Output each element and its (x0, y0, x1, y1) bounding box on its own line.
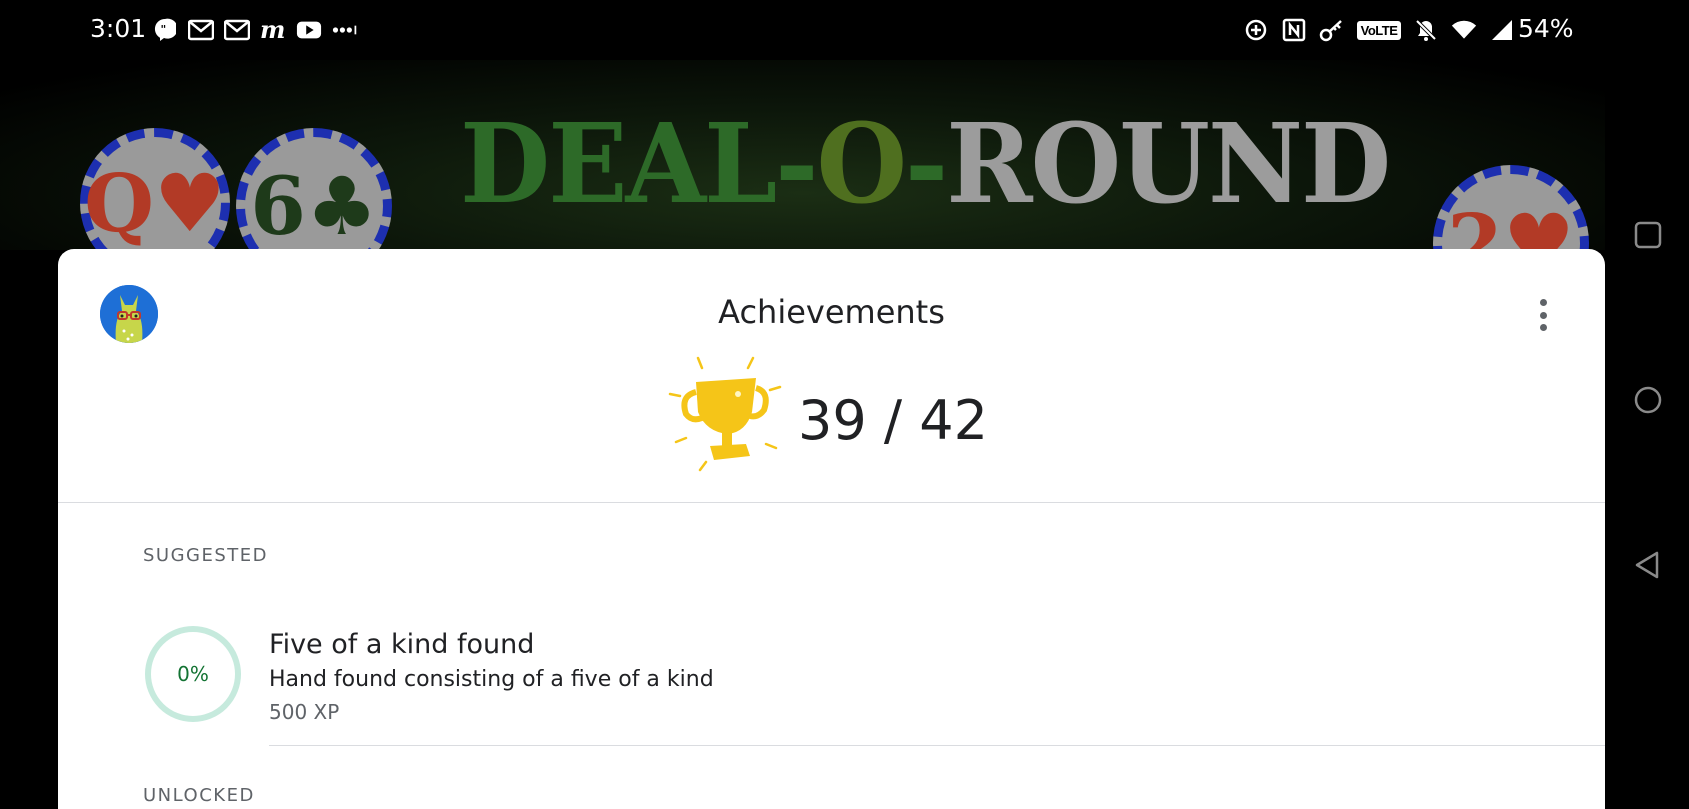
more-vert-icon (1539, 299, 1547, 306)
data-saver-icon (1243, 17, 1269, 43)
system-icons: VoLTE (1243, 14, 1515, 46)
section-suggested: SUGGESTED (143, 545, 269, 566)
bell-off-icon (1413, 17, 1439, 43)
youtube-icon (296, 17, 322, 43)
achievement-count: 39 / 42 (798, 389, 988, 452)
home-button[interactable] (1633, 385, 1663, 415)
svg-text:": " (161, 23, 167, 36)
row-divider (269, 745, 1605, 746)
achievements-sheet: Achievements 39 / 42 SUGGESTED 0% Five o… (58, 249, 1605, 809)
game-title-part: O (816, 98, 907, 229)
navigation-bar (1605, 0, 1689, 800)
achievement-description: Hand found consisting of a five of a kin… (269, 667, 714, 692)
status-time: 3:01 (90, 14, 147, 43)
wifi-icon (1451, 17, 1477, 43)
game-title-part: ROUND (946, 98, 1391, 229)
more-dots-icon (332, 17, 358, 43)
chip-two-hearts: 2♥ (1433, 165, 1589, 250)
game-title-part: - (775, 98, 818, 229)
section-unlocked: UNLOCKED (143, 785, 255, 806)
achievement-xp: 500 XP (269, 700, 340, 724)
game-title-part: DEAL (460, 98, 777, 229)
sheet-title: Achievements (718, 293, 945, 331)
vpn-key-icon (1319, 17, 1345, 43)
gmail-icon (188, 17, 214, 43)
chat-icon: " (152, 17, 178, 43)
nfc-icon (1281, 17, 1307, 43)
progress-percent: 0% (177, 662, 209, 686)
back-button[interactable] (1633, 550, 1663, 580)
gmail-icon (224, 17, 250, 43)
signal-icon (1489, 17, 1515, 43)
status-bar: 3:01 " m VoLTE 54% (0, 0, 1689, 60)
notification-icons: " m (152, 14, 358, 46)
chip-queen-hearts: Q♥ (80, 128, 230, 250)
back-triangle-icon (1635, 551, 1659, 579)
recents-button[interactable] (1633, 220, 1663, 250)
header-divider (58, 502, 1605, 503)
home-circle-icon (1634, 386, 1662, 414)
battery-level: 54% (1518, 14, 1574, 43)
game-background: Q♥ 6♣ 2♥ DEAL-O-ROUND (0, 60, 1605, 250)
more-options-button[interactable] (1528, 295, 1558, 335)
game-title-part: - (905, 98, 948, 229)
svg-text:m: m (260, 19, 285, 41)
messenger-icon: m (260, 17, 286, 43)
game-title-logo: DEAL-O-ROUND (460, 98, 1391, 229)
volte-icon: VoLTE (1356, 17, 1402, 43)
chip-six-clubs: 6♣ (236, 128, 392, 250)
recents-square-icon (1634, 221, 1662, 249)
achievement-title[interactable]: Five of a kind found (269, 629, 534, 660)
